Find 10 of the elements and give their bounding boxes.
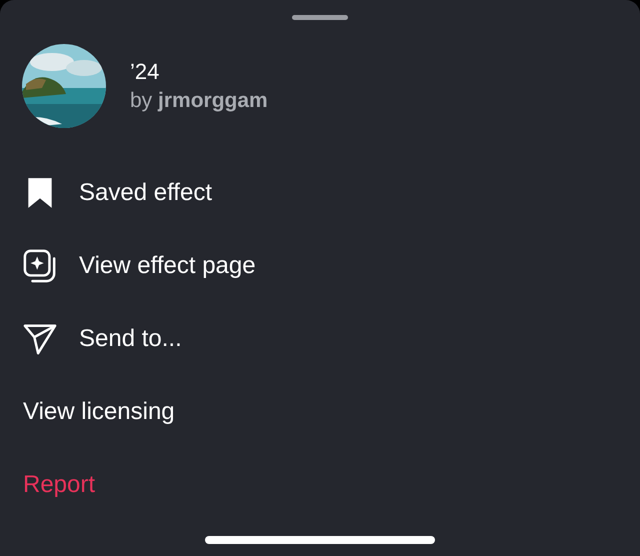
send-icon xyxy=(23,322,57,356)
menu-item[interactable]: Send to... xyxy=(0,302,640,375)
drag-handle[interactable] xyxy=(292,15,348,20)
menu-item[interactable]: View licensing xyxy=(0,375,640,448)
menu-item[interactable]: Report xyxy=(0,448,640,521)
menu-item[interactable]: View effect page xyxy=(0,229,640,302)
effect-title: ’24 xyxy=(130,59,160,85)
menu-item[interactable]: Saved effect xyxy=(0,156,640,229)
author-name[interactable]: by jrmorggam xyxy=(130,89,268,113)
sparkle-square-icon xyxy=(23,248,57,282)
